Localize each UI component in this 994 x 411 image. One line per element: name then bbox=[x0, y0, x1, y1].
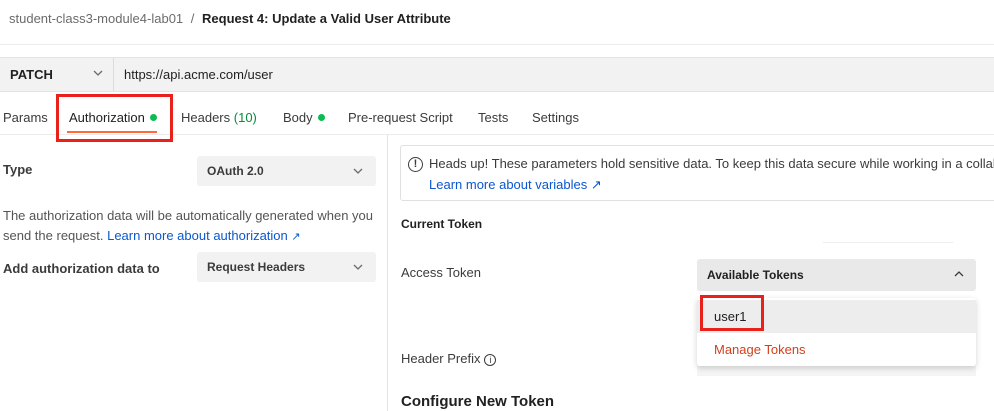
chevron-down-icon[interactable] bbox=[91, 66, 105, 80]
chevron-down-icon bbox=[353, 168, 363, 174]
auth-type-value: OAuth 2.0 bbox=[207, 164, 264, 178]
alert-message: Heads up! These parameters hold sensitiv… bbox=[429, 156, 994, 171]
learn-more-authorization-link[interactable]: Learn more about authorization ↗ bbox=[107, 228, 301, 243]
tab-count: (10) bbox=[233, 110, 257, 125]
manage-tokens-option[interactable]: Manage Tokens bbox=[697, 333, 976, 366]
tab-headers[interactable]: Headers (10) bbox=[181, 110, 257, 125]
external-link-icon: ↗ bbox=[291, 231, 301, 243]
tab-body[interactable]: Body bbox=[283, 110, 325, 125]
manage-tokens-label: Manage Tokens bbox=[714, 342, 806, 357]
current-token-heading: Current Token bbox=[401, 217, 483, 231]
method-divider bbox=[113, 58, 114, 91]
token-option-label: user1 bbox=[714, 309, 747, 324]
tokens-dropdown-menu: user1 Manage Tokens bbox=[697, 298, 976, 366]
request-bar: PATCH https://api.acme.com/user bbox=[0, 57, 994, 92]
info-icon[interactable]: i bbox=[484, 354, 497, 366]
header-prefix-text: Header Prefix bbox=[401, 351, 481, 366]
auth-description-line2: send the request. bbox=[3, 228, 104, 243]
access-token-label: Access Token bbox=[401, 265, 481, 280]
status-dot bbox=[149, 114, 157, 121]
auth-description-line1: The authorization data will be automatic… bbox=[3, 208, 374, 223]
tab-authorization[interactable]: Authorization bbox=[69, 110, 157, 125]
method-select[interactable]: PATCH bbox=[10, 67, 53, 82]
tabs-divider bbox=[0, 134, 994, 135]
tab-params[interactable]: Params bbox=[3, 110, 48, 125]
auth-description: The authorization data will be automatic… bbox=[3, 206, 383, 247]
tab-label: Headers bbox=[181, 110, 231, 125]
breadcrumb-collection[interactable]: student-class3-module4-lab01 bbox=[9, 11, 183, 26]
token-option-user1[interactable]: user1 bbox=[697, 300, 976, 333]
breadcrumb-separator: / bbox=[190, 11, 195, 26]
active-tab-indicator bbox=[67, 131, 157, 133]
add-auth-data-select[interactable]: Request Headers bbox=[197, 252, 376, 282]
configure-new-token-heading: Configure New Token bbox=[401, 393, 555, 410]
tab-label: Authorization bbox=[69, 110, 145, 125]
auth-type-select[interactable]: OAuth 2.0 bbox=[197, 156, 376, 186]
chevron-down-icon bbox=[353, 264, 363, 270]
breadcrumb: student-class3-module4-lab01 / Request 4… bbox=[9, 11, 451, 26]
chevron-up-icon bbox=[954, 271, 964, 277]
sensitive-data-alert: ! Heads up! These parameters hold sensit… bbox=[400, 145, 994, 201]
tab-label: Pre-request Script bbox=[348, 110, 453, 125]
panel-divider bbox=[387, 135, 388, 411]
auth-type-label: Type bbox=[3, 162, 33, 177]
add-auth-data-value: Request Headers bbox=[207, 260, 306, 274]
status-dot bbox=[317, 114, 325, 121]
tab-tests[interactable]: Tests bbox=[478, 110, 508, 125]
link-text: Learn more about authorization bbox=[107, 228, 288, 243]
tab-settings[interactable]: Settings bbox=[532, 110, 579, 125]
learn-more-variables-link[interactable]: Learn more about variables ↗ bbox=[429, 177, 602, 193]
available-tokens-select[interactable]: Available Tokens bbox=[697, 259, 976, 291]
token-field-background bbox=[697, 366, 976, 376]
header-prefix-label: Header Prefix i bbox=[401, 351, 497, 366]
info-alert-icon: ! bbox=[408, 157, 423, 172]
tab-label: Params bbox=[3, 110, 48, 125]
divider bbox=[823, 242, 953, 243]
tab-label: Body bbox=[283, 110, 313, 125]
header-divider bbox=[0, 44, 994, 45]
tab-label: Settings bbox=[532, 110, 579, 125]
available-tokens-value: Available Tokens bbox=[707, 268, 804, 282]
add-auth-data-label: Add authorization data to bbox=[3, 261, 160, 276]
tab-pre-request-script[interactable]: Pre-request Script bbox=[348, 110, 453, 125]
breadcrumb-request-name[interactable]: Request 4: Update a Valid User Attribute bbox=[202, 11, 451, 26]
url-input[interactable]: https://api.acme.com/user bbox=[124, 67, 273, 82]
tab-label: Tests bbox=[478, 110, 509, 125]
